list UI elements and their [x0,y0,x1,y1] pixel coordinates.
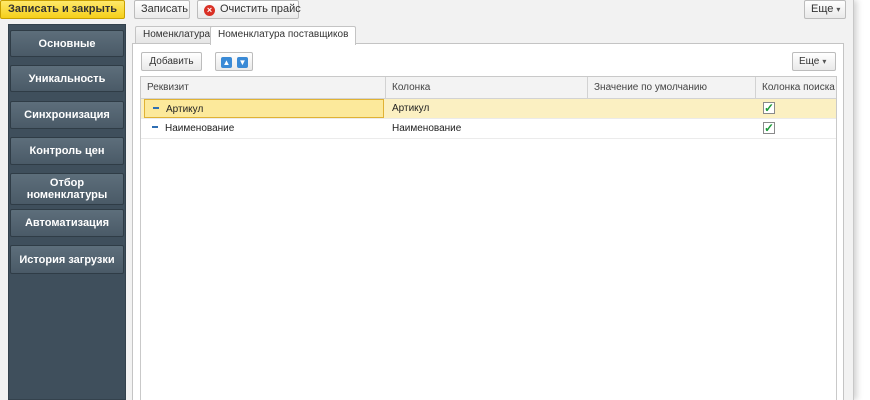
sidebar-item-automation[interactable]: Автоматизация [10,209,124,237]
table-more-button[interactable]: Еще ▾ [792,52,836,71]
command-bar: Записать и закрыть Записать × Очистить пр… [0,0,854,20]
column-header-column[interactable]: Колонка [386,77,588,98]
search-column-checkbox[interactable]: ✓ [763,122,775,134]
save-button[interactable]: Записать [134,0,190,19]
item-marker-icon [153,107,159,109]
cell-attribute[interactable]: Наименование [144,119,384,138]
sidebar-item-label: Автоматизация [24,217,110,229]
column-header-search[interactable]: Колонка поиска [756,77,836,98]
cell-column[interactable]: Наименование [386,119,588,138]
sidebar-item-label: Синхронизация [24,109,110,121]
attribute-value: Наименование [165,123,235,134]
form-window: Записать и закрыть Записать × Очистить пр… [0,0,854,400]
chevron-down-icon: ▾ [836,5,841,14]
sidebar-item-label: Отбор номенклатуры [26,177,108,201]
cell-default[interactable] [588,119,756,138]
table-header: Реквизит Колонка Значение по умолчанию К… [141,77,836,99]
more-menu-button[interactable]: Еще ▾ [804,0,846,19]
sidebar-item-load-history[interactable]: История загрузки [10,245,124,274]
clear-price-label: Очистить прайс [220,3,301,15]
table-row[interactable]: Артикул Артикул ✓ [141,99,836,119]
search-column-checkbox[interactable]: ✓ [763,102,775,114]
arrow-down-icon[interactable]: ▼ [237,57,248,68]
attribute-value: Артикул [166,104,204,115]
sidebar-item-sync[interactable]: Синхронизация [10,101,124,129]
move-buttons: ▲ ▼ [215,52,253,71]
sidebar-item-label: Основные [38,37,96,50]
tab-supplier-nomenclature[interactable]: Номенклатура поставщиков [210,26,357,45]
clear-price-button[interactable]: × Очистить прайс [197,0,301,19]
clear-icon: × [204,5,215,16]
supplier-fields-table: Реквизит Колонка Значение по умолчанию К… [140,76,837,400]
sidebar-item-label: Контроль цен [29,145,105,157]
item-marker-icon [152,126,158,128]
column-header-default[interactable]: Значение по умолчанию [588,77,756,98]
sidebar-item-nomenclature-filter[interactable]: Отбор номенклатуры [10,173,124,205]
sidebar-item-label: История загрузки [19,253,115,266]
table-row[interactable]: Наименование Наименование ✓ [141,119,836,139]
sidebar-item-price-control[interactable]: Контроль цен [10,137,124,165]
save-and-close-button[interactable]: Записать и закрыть [0,0,125,19]
sidebar: Основные Уникальность Синхронизация Конт… [8,24,126,400]
tab-nomenclature[interactable]: Номенклатура [135,26,219,44]
cell-attribute[interactable]: Артикул [144,99,384,118]
cell-default[interactable] [588,99,756,118]
sidebar-item-uniqueness[interactable]: Уникальность [10,65,124,92]
chevron-down-icon: ▾ [822,57,827,66]
column-header-attribute[interactable]: Реквизит [141,77,386,98]
cell-column[interactable]: Артикул [386,99,588,118]
sidebar-item-label: Уникальность [28,72,106,85]
sidebar-item-main[interactable]: Основные [10,30,124,57]
more-label: Еще [811,3,834,15]
add-button[interactable]: Добавить [141,52,202,71]
arrow-up-icon[interactable]: ▲ [221,57,232,68]
table-more-label: Еще [799,56,820,67]
